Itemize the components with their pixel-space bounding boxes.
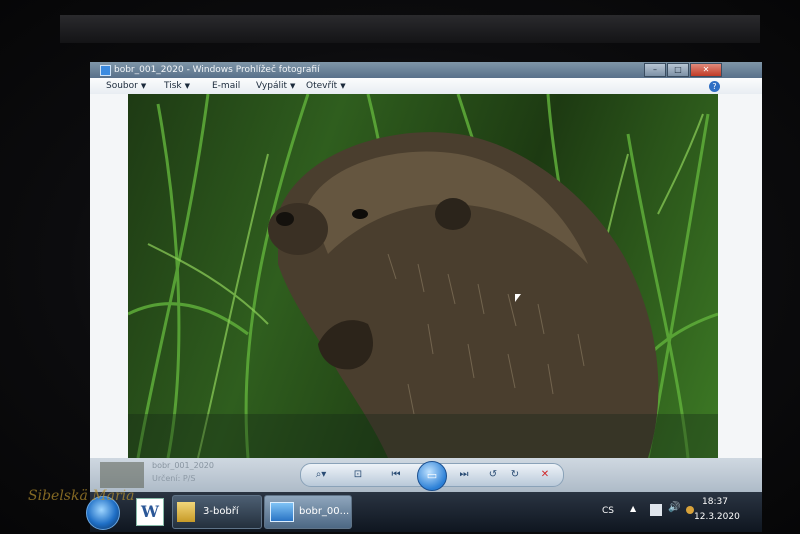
viewer-controls-bar: bobr_001_2020 Určení: P/S ⌕▾ ⊡ ⏮ ▭ ⏭ ↺ ↻… xyxy=(90,458,762,492)
taskbar-label: bobr_00... xyxy=(299,506,350,517)
taskbar-photo-viewer[interactable]: bobr_00... xyxy=(264,495,352,529)
mouse-cursor-icon xyxy=(515,294,521,302)
menu-soubor[interactable]: Soubor ▼ xyxy=(106,78,146,94)
chevron-down-icon: ▼ xyxy=(340,82,346,90)
close-button[interactable]: ✕ xyxy=(690,63,722,77)
chevron-down-icon: ▼ xyxy=(140,82,147,90)
show-hidden-icons-icon[interactable]: ▲ xyxy=(630,504,636,513)
menu-tisk[interactable]: Tisk ▼ xyxy=(164,78,190,94)
menu-label: Vypálit xyxy=(256,81,287,91)
network-icon[interactable] xyxy=(686,506,694,514)
image-view-area xyxy=(90,94,762,458)
menu-vypalit[interactable]: Vypálit ▼ xyxy=(256,78,295,94)
clock-time[interactable]: 18:37 xyxy=(702,497,728,507)
folder-icon xyxy=(177,502,195,522)
rotate-left-icon[interactable]: ↺ xyxy=(485,467,501,483)
menu-email[interactable]: E-mail xyxy=(212,78,240,94)
screen-housing xyxy=(60,15,760,43)
info-title: bobr_001_2020 xyxy=(152,461,214,470)
taskbar-label: 3-bobří xyxy=(203,506,239,517)
playback-controls: ⌕▾ ⊡ ⏮ ▭ ⏭ ↺ ↻ ✕ xyxy=(300,461,564,491)
menu-otevrit[interactable]: Otevřít ▼ xyxy=(306,78,346,94)
photo-viewer-window: bobr_001_2020 - Windows Prohlížeč fotogr… xyxy=(90,62,762,532)
taskbar-folder-3-bobri[interactable]: 3-bobří xyxy=(172,495,262,529)
title-bar[interactable]: bobr_001_2020 - Windows Prohlížeč fotogr… xyxy=(90,62,762,78)
photographer-watermark: Sibelskä Maria xyxy=(28,488,135,504)
window-title: bobr_001_2020 - Windows Prohlížeč fotogr… xyxy=(114,65,320,75)
previous-icon[interactable]: ⏮ xyxy=(387,467,405,483)
info-subtitle: Určení: P/S xyxy=(152,474,196,483)
clock-date[interactable]: 12.3.2020 xyxy=(694,512,740,522)
action-center-icon[interactable] xyxy=(650,504,662,516)
system-tray: CS ▲ 🔊 18:37 12.3.2020 xyxy=(602,492,762,532)
menu-label: E-mail xyxy=(212,81,241,91)
help-icon[interactable]: ? xyxy=(709,81,720,92)
beaver-photo xyxy=(128,94,718,458)
menu-bar: Soubor ▼ Tisk ▼ E-mail Vypálit ▼ Otevřít ▼ ? xyxy=(90,78,762,94)
menu-label: Otevřít xyxy=(306,81,338,91)
photo-viewer-icon xyxy=(270,502,294,522)
photo-viewer-app-icon xyxy=(100,65,111,76)
minimize-button[interactable]: – xyxy=(644,63,666,77)
chevron-down-icon: ▼ xyxy=(184,82,191,90)
window-controls: – □ ✕ xyxy=(643,63,722,77)
menu-label: Soubor xyxy=(106,81,138,91)
info-thumbnail xyxy=(100,462,144,488)
rotate-right-icon[interactable]: ↻ xyxy=(507,467,523,483)
word-icon[interactable]: W xyxy=(136,498,164,526)
volume-icon[interactable]: 🔊 xyxy=(668,502,680,514)
delete-icon[interactable]: ✕ xyxy=(537,467,553,483)
chevron-down-icon: ▼ xyxy=(290,82,296,90)
zoom-icon[interactable]: ⌕▾ xyxy=(311,467,331,483)
next-icon[interactable]: ⏭ xyxy=(455,467,473,483)
menu-label: Tisk xyxy=(164,81,182,91)
slideshow-icon[interactable]: ▭ xyxy=(417,461,447,491)
projection-screen: bobr_001_2020 - Windows Prohlížeč fotogr… xyxy=(0,0,800,534)
maximize-button[interactable]: □ xyxy=(667,63,689,77)
language-indicator[interactable]: CS xyxy=(602,506,614,516)
fit-icon[interactable]: ⊡ xyxy=(349,467,367,483)
beaver-illustration xyxy=(128,94,718,458)
taskbar: W 3-bobří bobr_00... CS ▲ 🔊 18:37 12.3.2… xyxy=(90,492,762,532)
